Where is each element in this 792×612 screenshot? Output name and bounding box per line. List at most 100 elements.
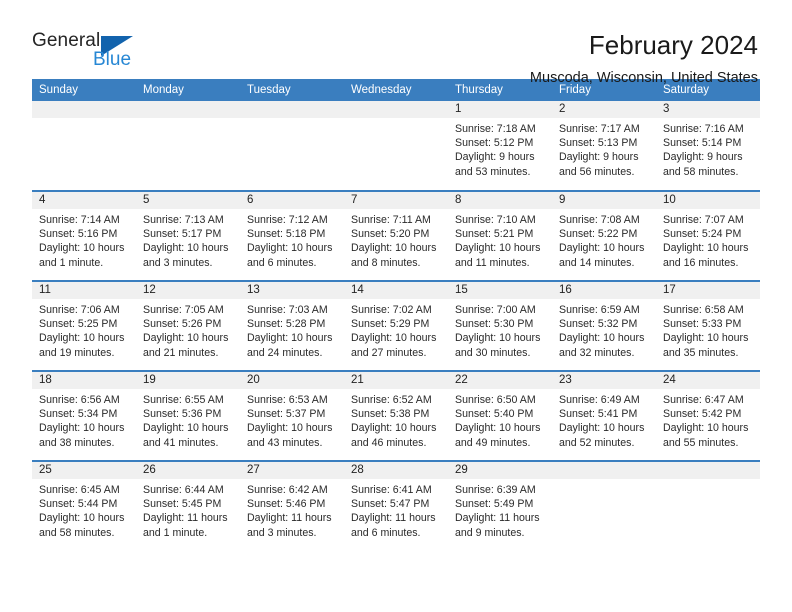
day-number: 26 (136, 462, 240, 479)
calendar-day-cell[interactable]: 17 Sunrise: 6:58 AM Sunset: 5:33 PM Dayligh… (656, 280, 760, 371)
sunrise-time: Sunrise: 7:14 AM (39, 214, 120, 226)
day-details: Sunrise: 6:42 AM Sunset: 5:46 PM Daylight:… (240, 479, 344, 540)
day-number (240, 101, 344, 118)
calendar-day-cell[interactable]: 18 Sunrise: 6:56 AM Sunset: 5:34 PM Dayligh… (32, 370, 136, 461)
day-number: 27 (240, 462, 344, 479)
daylight-duration-line1: Daylight: 10 hours (559, 242, 645, 255)
day-number (32, 101, 136, 118)
daylight-duration-line1: Daylight: 10 hours (39, 332, 125, 345)
calendar-body: 1 Sunrise: 7:18 AM Sunset: 5:12 PM Daylight… (32, 101, 760, 551)
day-number: 19 (136, 372, 240, 389)
daylight-duration-line1: Daylight: 10 hours (143, 422, 229, 435)
calendar-day-cell[interactable]: 21 Sunrise: 6:52 AM Sunset: 5:38 PM Dayligh… (344, 370, 448, 461)
sunset-time: Sunset: 5:42 PM (663, 408, 742, 421)
day-number: 28 (344, 462, 448, 479)
sunset-time: Sunset: 5:20 PM (351, 228, 430, 241)
sunrise-time: Sunrise: 7:10 AM (455, 214, 536, 226)
calendar-day-cell[interactable]: 7 Sunrise: 7:11 AM Sunset: 5:20 PM Daylight… (344, 190, 448, 281)
day-number (344, 101, 448, 118)
sunset-time: Sunset: 5:24 PM (663, 228, 742, 241)
sunset-time: Sunset: 5:28 PM (247, 318, 326, 331)
sunset-time: Sunset: 5:16 PM (39, 228, 118, 241)
sunset-time: Sunset: 5:40 PM (455, 408, 534, 421)
calendar-day-cell[interactable]: 23 Sunrise: 6:49 AM Sunset: 5:41 PM Dayligh… (552, 370, 656, 461)
day-details: Sunrise: 6:44 AM Sunset: 5:45 PM Daylight:… (136, 479, 240, 540)
day-details: Sunrise: 6:49 AM Sunset: 5:41 PM Daylight:… (552, 389, 656, 450)
calendar-day-cell[interactable]: 25 Sunrise: 6:45 AM Sunset: 5:44 PM Dayligh… (32, 460, 136, 551)
sunset-time: Sunset: 5:49 PM (455, 498, 534, 511)
daylight-duration-line2: and 58 minutes. (663, 165, 739, 178)
logo-text-blue: Blue (93, 49, 132, 70)
calendar-week-row: 4 Sunrise: 7:14 AM Sunset: 5:16 PM Daylight… (32, 190, 760, 281)
calendar-day-cell[interactable]: 11 Sunrise: 7:06 AM Sunset: 5:25 PM Dayligh… (32, 280, 136, 371)
sunrise-time: Sunrise: 6:41 AM (351, 484, 432, 496)
sunset-time: Sunset: 5:47 PM (351, 498, 430, 511)
sunrise-time: Sunrise: 6:58 AM (663, 304, 744, 316)
daylight-duration-line1: Daylight: 10 hours (455, 422, 541, 435)
daylight-duration-line2: and 55 minutes. (663, 436, 739, 449)
calendar-day-cell[interactable]: 20 Sunrise: 6:53 AM Sunset: 5:37 PM Dayligh… (240, 370, 344, 461)
weekday-header-sunday: Sunday (32, 79, 136, 101)
day-number: 2 (552, 101, 656, 118)
calendar-day-cell[interactable]: 9 Sunrise: 7:08 AM Sunset: 5:22 PM Daylight… (552, 190, 656, 281)
calendar-day-cell[interactable]: 10 Sunrise: 7:07 AM Sunset: 5:24 PM Dayligh… (656, 190, 760, 281)
calendar-day-cell[interactable]: 1 Sunrise: 7:18 AM Sunset: 5:12 PM Daylight… (448, 101, 552, 191)
page-header: General Blue February 2024 Muscoda, Wisc… (32, 0, 760, 86)
sunrise-time: Sunrise: 7:03 AM (247, 304, 328, 316)
daylight-duration-line1: Daylight: 11 hours (247, 512, 332, 525)
day-details: Sunrise: 6:59 AM Sunset: 5:32 PM Daylight:… (552, 299, 656, 360)
daylight-duration-line2: and 6 minutes. (351, 526, 421, 539)
day-details: Sunrise: 7:13 AM Sunset: 5:17 PM Daylight:… (136, 209, 240, 270)
daylight-duration-line1: Daylight: 10 hours (663, 242, 749, 255)
daylight-duration-line2: and 32 minutes. (559, 346, 635, 359)
daylight-duration-line1: Daylight: 10 hours (247, 332, 333, 345)
day-number: 23 (552, 372, 656, 389)
day-number: 18 (32, 372, 136, 389)
sunset-time: Sunset: 5:30 PM (455, 318, 534, 331)
calendar-day-cell[interactable]: 15 Sunrise: 7:00 AM Sunset: 5:30 PM Dayligh… (448, 280, 552, 371)
daylight-duration-line2: and 38 minutes. (39, 436, 115, 449)
calendar-day-cell[interactable]: 22 Sunrise: 6:50 AM Sunset: 5:40 PM Dayligh… (448, 370, 552, 461)
daylight-duration-line1: Daylight: 11 hours (351, 512, 436, 525)
sunset-time: Sunset: 5:13 PM (559, 137, 638, 150)
general-blue-logo[interactable]: General Blue (32, 30, 152, 78)
daylight-duration-line1: Daylight: 10 hours (143, 242, 229, 255)
daylight-duration-line2: and 46 minutes. (351, 436, 427, 449)
sunset-time: Sunset: 5:12 PM (455, 137, 534, 150)
calendar-day-cell[interactable]: 2 Sunrise: 7:17 AM Sunset: 5:13 PM Daylight… (552, 101, 656, 191)
calendar-day-cell[interactable]: 26 Sunrise: 6:44 AM Sunset: 5:45 PM Dayligh… (136, 460, 240, 551)
calendar-day-cell[interactable]: 3 Sunrise: 7:16 AM Sunset: 5:14 PM Daylight… (656, 101, 760, 191)
daylight-duration-line1: Daylight: 9 hours (663, 151, 743, 164)
sunset-time: Sunset: 5:25 PM (39, 318, 118, 331)
calendar-day-cell[interactable]: 28 Sunrise: 6:41 AM Sunset: 5:47 PM Dayligh… (344, 460, 448, 551)
day-details: Sunrise: 6:58 AM Sunset: 5:33 PM Daylight:… (656, 299, 760, 360)
day-details: Sunrise: 7:07 AM Sunset: 5:24 PM Daylight:… (656, 209, 760, 270)
calendar-day-cell[interactable]: 29 Sunrise: 6:39 AM Sunset: 5:49 PM Dayligh… (448, 460, 552, 551)
calendar-day-cell[interactable]: 8 Sunrise: 7:10 AM Sunset: 5:21 PM Daylight… (448, 190, 552, 281)
sunrise-time: Sunrise: 7:08 AM (559, 214, 640, 226)
calendar-day-cell[interactable]: 4 Sunrise: 7:14 AM Sunset: 5:16 PM Daylight… (32, 190, 136, 281)
daylight-duration-line2: and 3 minutes. (247, 526, 317, 539)
calendar-day-cell[interactable]: 13 Sunrise: 7:03 AM Sunset: 5:28 PM Dayligh… (240, 280, 344, 371)
day-number: 1 (448, 101, 552, 118)
calendar-cell-empty (656, 460, 760, 551)
daylight-duration-line2: and 21 minutes. (143, 346, 219, 359)
calendar-cell-empty (240, 101, 344, 191)
calendar-day-cell[interactable]: 16 Sunrise: 6:59 AM Sunset: 5:32 PM Dayligh… (552, 280, 656, 371)
calendar-day-cell[interactable]: 27 Sunrise: 6:42 AM Sunset: 5:46 PM Dayligh… (240, 460, 344, 551)
day-number: 14 (344, 282, 448, 299)
calendar-day-cell[interactable]: 5 Sunrise: 7:13 AM Sunset: 5:17 PM Daylight… (136, 190, 240, 281)
calendar-day-cell[interactable]: 24 Sunrise: 6:47 AM Sunset: 5:42 PM Dayligh… (656, 370, 760, 461)
sunrise-time: Sunrise: 7:12 AM (247, 214, 328, 226)
day-number: 16 (552, 282, 656, 299)
calendar-day-cell[interactable]: 6 Sunrise: 7:12 AM Sunset: 5:18 PM Daylight… (240, 190, 344, 281)
daylight-duration-line1: Daylight: 10 hours (351, 422, 437, 435)
day-number: 21 (344, 372, 448, 389)
calendar-day-cell[interactable]: 19 Sunrise: 6:55 AM Sunset: 5:36 PM Dayligh… (136, 370, 240, 461)
calendar-day-cell[interactable]: 14 Sunrise: 7:02 AM Sunset: 5:29 PM Dayligh… (344, 280, 448, 371)
day-number: 12 (136, 282, 240, 299)
sunset-time: Sunset: 5:37 PM (247, 408, 326, 421)
day-details: Sunrise: 7:06 AM Sunset: 5:25 PM Daylight:… (32, 299, 136, 360)
calendar-day-cell[interactable]: 12 Sunrise: 7:05 AM Sunset: 5:26 PM Dayligh… (136, 280, 240, 371)
day-number: 15 (448, 282, 552, 299)
